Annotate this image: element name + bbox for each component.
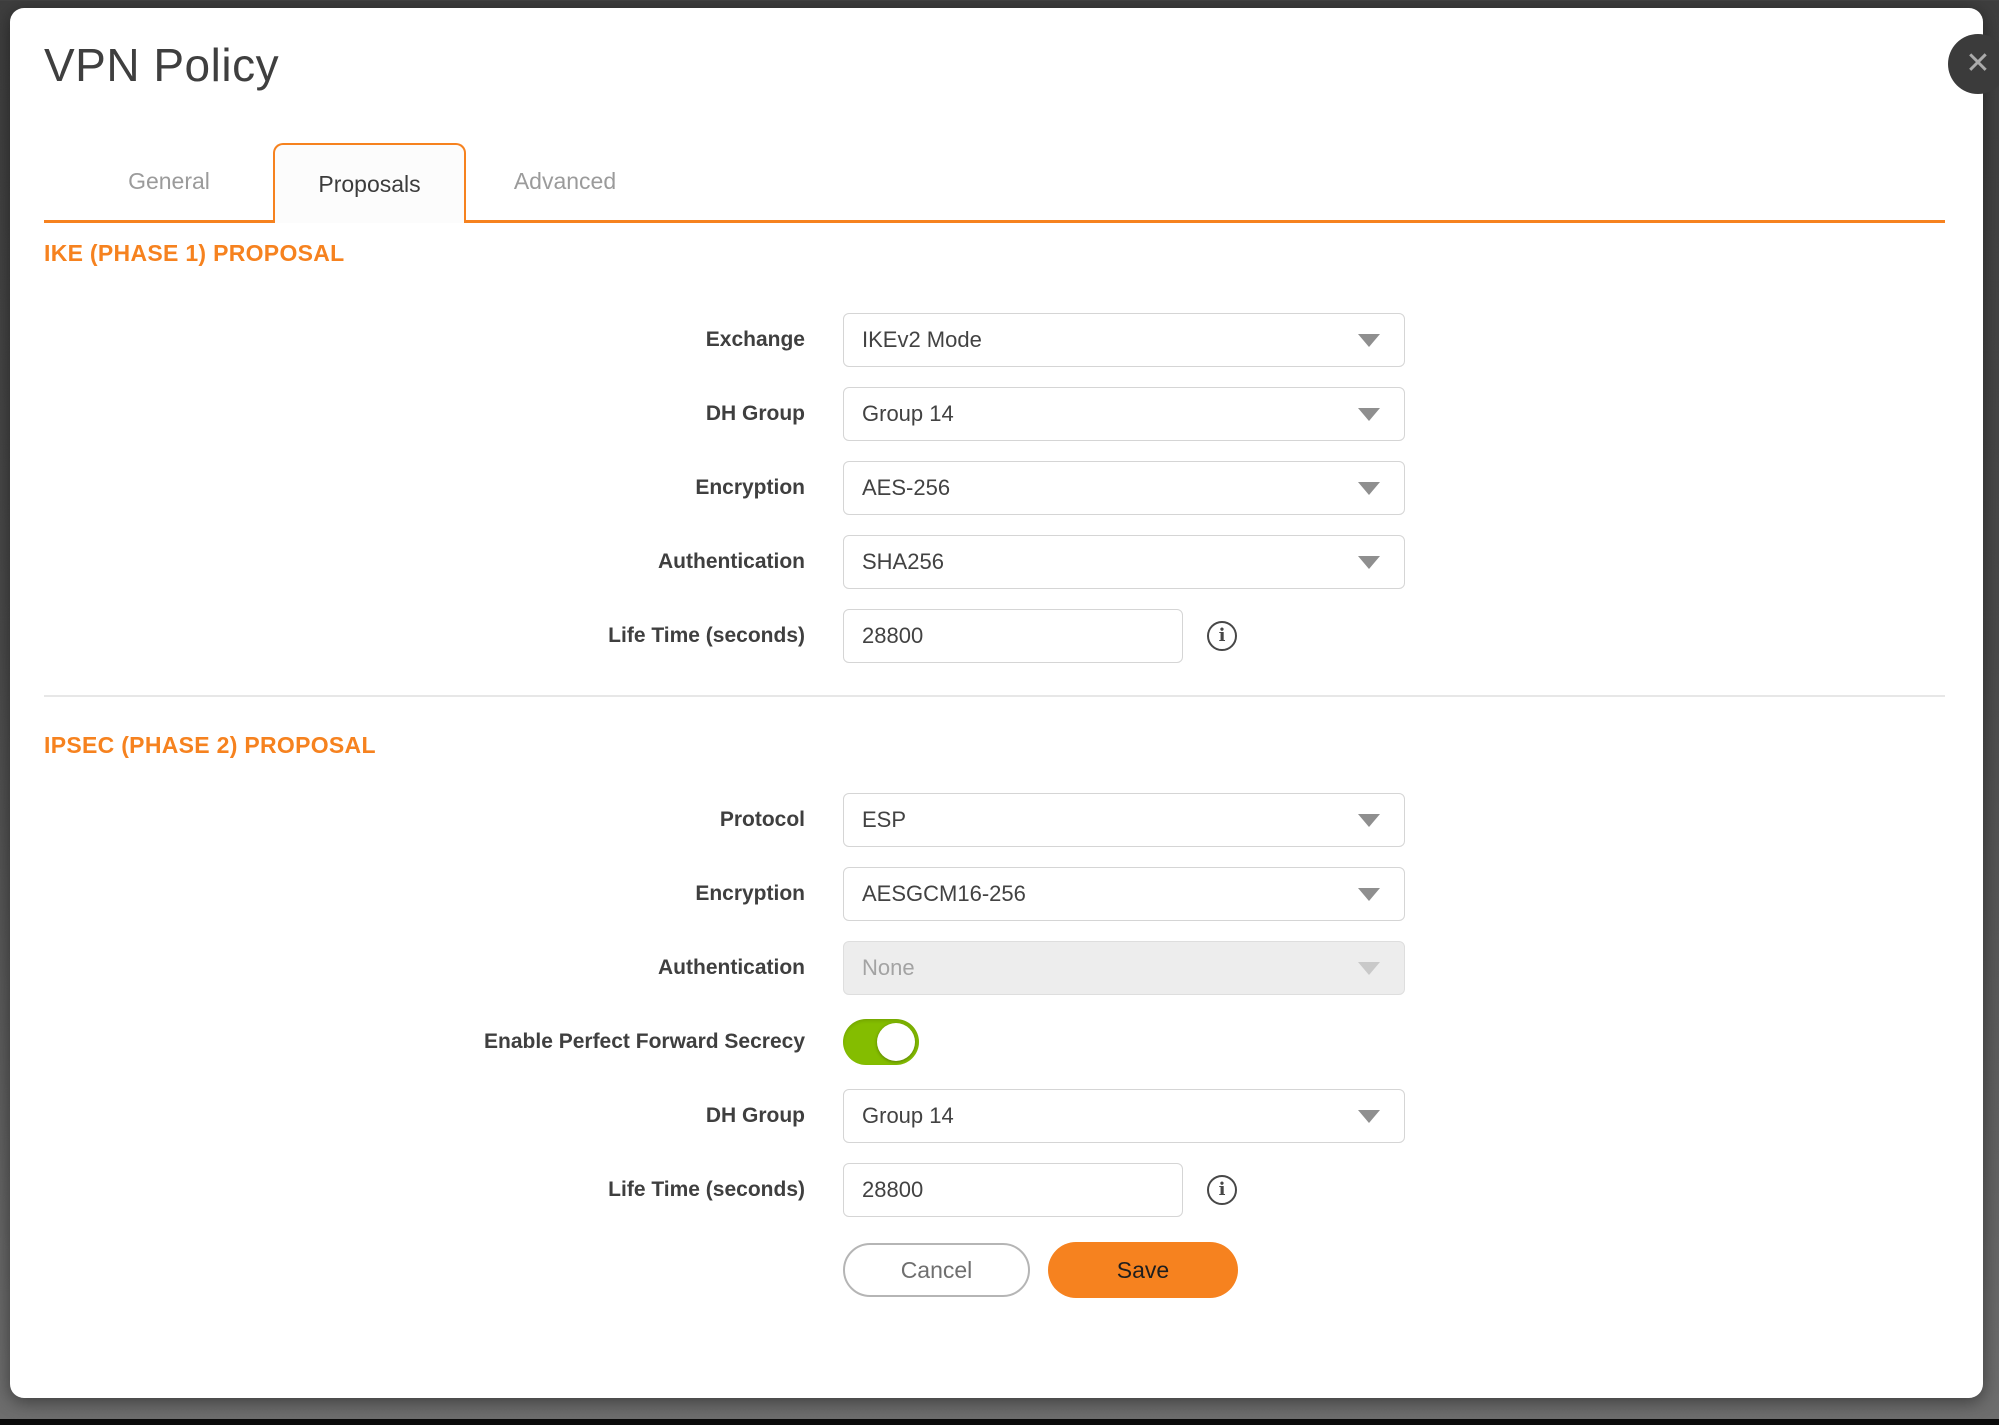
ipsec-dh-group-select[interactable]: Group 14 — [843, 1089, 1405, 1143]
chevron-down-icon — [1358, 408, 1380, 421]
ike-life-time-label: Life Time (seconds) — [10, 624, 805, 648]
chevron-down-icon — [1358, 888, 1380, 901]
ike-dh-group-row: DH Group Group 14 — [10, 377, 1983, 451]
tab-advanced-label: Advanced — [514, 168, 616, 195]
ipsec-encryption-value: AESGCM16-256 — [862, 881, 1358, 907]
section-divider — [44, 695, 1945, 697]
chevron-down-icon — [1358, 814, 1380, 827]
ike-encryption-row: Encryption AES-256 — [10, 451, 1983, 525]
ike-authentication-row: Authentication SHA256 — [10, 525, 1983, 599]
info-icon[interactable]: i — [1207, 621, 1237, 651]
ipsec-section-heading: IPSEC (PHASE 2) PROPOSAL — [44, 730, 1983, 760]
ike-encryption-label: Encryption — [10, 476, 805, 500]
ipsec-encryption-row: Encryption AESGCM16-256 — [10, 857, 1983, 931]
window-bottom-edge — [0, 1419, 1999, 1425]
pfs-toggle[interactable] — [843, 1019, 919, 1065]
protocol-value: ESP — [862, 807, 1358, 833]
info-icon[interactable]: i — [1207, 1175, 1237, 1205]
chevron-down-icon — [1358, 556, 1380, 569]
tab-bar: General Proposals Advanced — [44, 143, 1945, 223]
ike-dh-group-label: DH Group — [10, 402, 805, 426]
chevron-down-icon — [1358, 1110, 1380, 1123]
exchange-value: IKEv2 Mode — [862, 327, 1358, 353]
ike-encryption-value: AES-256 — [862, 475, 1358, 501]
ipsec-authentication-value: None — [862, 955, 1358, 981]
tab-proposals-label: Proposals — [318, 171, 420, 198]
pfs-label: Enable Perfect Forward Secrecy — [10, 1030, 805, 1054]
chevron-down-icon — [1358, 334, 1380, 347]
chevron-down-icon — [1358, 482, 1380, 495]
tab-general[interactable]: General — [94, 143, 244, 220]
ike-authentication-value: SHA256 — [862, 549, 1358, 575]
pfs-row: Enable Perfect Forward Secrecy — [10, 1005, 1983, 1079]
ipsec-life-time-label: Life Time (seconds) — [10, 1178, 805, 1202]
ipsec-authentication-label: Authentication — [10, 956, 805, 980]
ipsec-life-time-input[interactable] — [843, 1163, 1183, 1217]
pfs-toggle-knob — [877, 1023, 915, 1061]
ike-dh-group-value: Group 14 — [862, 401, 1358, 427]
tab-general-label: General — [128, 168, 210, 195]
ike-encryption-select[interactable]: AES-256 — [843, 461, 1405, 515]
ipsec-section: Protocol ESP Encryption AESGCM16-256 Aut… — [10, 783, 1983, 1227]
ipsec-dh-group-row: DH Group Group 14 — [10, 1079, 1983, 1153]
ike-life-time-input[interactable] — [843, 609, 1183, 663]
ike-authentication-select[interactable]: SHA256 — [843, 535, 1405, 589]
ipsec-dh-group-value: Group 14 — [862, 1103, 1358, 1129]
save-button[interactable]: Save — [1048, 1242, 1238, 1298]
exchange-label: Exchange — [10, 328, 805, 352]
close-icon[interactable]: ✕ — [1948, 34, 1999, 94]
ipsec-encryption-label: Encryption — [10, 882, 805, 906]
protocol-select[interactable]: ESP — [843, 793, 1405, 847]
tab-advanced[interactable]: Advanced — [470, 143, 660, 220]
ike-section: Exchange IKEv2 Mode DH Group Group 14 En… — [10, 303, 1983, 673]
page-title: VPN Policy — [44, 38, 1983, 92]
ipsec-life-time-row: Life Time (seconds) i — [10, 1153, 1983, 1227]
ipsec-encryption-select[interactable]: AESGCM16-256 — [843, 867, 1405, 921]
protocol-label: Protocol — [10, 808, 805, 832]
ipsec-authentication-select-disabled: None — [843, 941, 1405, 995]
footer-actions: Cancel Save — [843, 1242, 1983, 1298]
chevron-down-icon — [1358, 962, 1380, 975]
vpn-policy-dialog: VPN Policy General Proposals Advanced IK… — [10, 8, 1983, 1398]
ike-life-time-row: Life Time (seconds) i — [10, 599, 1983, 673]
exchange-select[interactable]: IKEv2 Mode — [843, 313, 1405, 367]
protocol-row: Protocol ESP — [10, 783, 1983, 857]
ike-dh-group-select[interactable]: Group 14 — [843, 387, 1405, 441]
cancel-button[interactable]: Cancel — [843, 1243, 1030, 1297]
ike-section-heading: IKE (PHASE 1) PROPOSAL — [44, 238, 1983, 268]
ike-authentication-label: Authentication — [10, 550, 805, 574]
ipsec-dh-group-label: DH Group — [10, 1104, 805, 1128]
exchange-row: Exchange IKEv2 Mode — [10, 303, 1983, 377]
ipsec-authentication-row: Authentication None — [10, 931, 1983, 1005]
tab-proposals[interactable]: Proposals — [273, 143, 466, 223]
